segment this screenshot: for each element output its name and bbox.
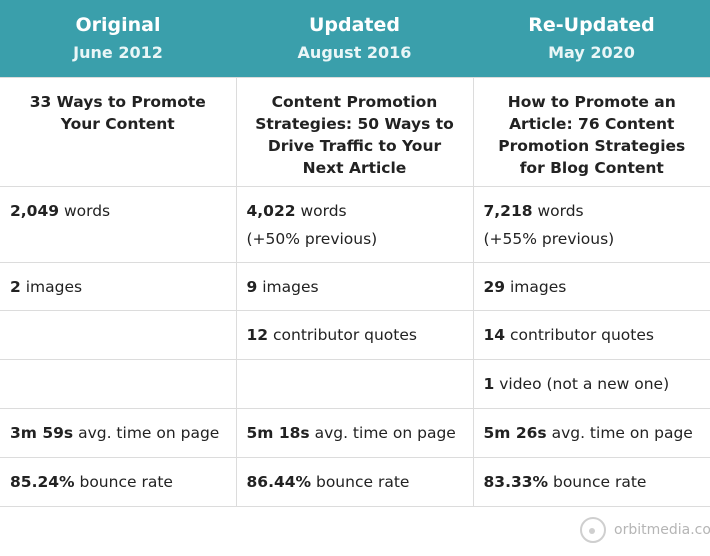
bounce-rate-row: 85.24% bounce rate 86.44% bounce rate 83… <box>0 457 710 507</box>
bounce-rate-cell: 85.24% bounce rate <box>0 457 237 507</box>
video-row: 1 video (not a new one) <box>0 359 710 409</box>
column-title: Original <box>75 14 161 36</box>
metric-label: avg. time on page <box>309 424 456 442</box>
metric-label: words <box>59 202 111 220</box>
time-on-page-cell: 3m 59s avg. time on page <box>0 408 237 458</box>
images-cell: 9 images <box>235 262 474 311</box>
bounce-rate-cell: 83.33% bounce rate <box>472 457 710 507</box>
quotes-cell <box>0 310 237 360</box>
metric-label: words <box>295 202 347 220</box>
article-title: Content Promotion Strategies: 50 Ways to… <box>235 77 474 187</box>
metric-value: 86.44% <box>246 473 312 491</box>
comparison-table: Original June 2012 Updated August 2016 R… <box>0 0 710 507</box>
metric-label: images <box>257 278 319 296</box>
word-count-cell: 4,022 words (+50% previous) <box>235 186 474 263</box>
time-on-page-cell: 5m 18s avg. time on page <box>235 408 474 458</box>
header-row: Original June 2012 Updated August 2016 R… <box>0 0 710 78</box>
header-updated: Updated August 2016 <box>236 0 473 78</box>
metric-label: avg. time on page <box>73 424 220 442</box>
metric-value: 29 <box>483 278 506 296</box>
metric-note: (+50% previous) <box>246 230 378 248</box>
article-title: 33 Ways to Promote Your Content <box>0 77 237 187</box>
quotes-row: 12 contributor quotes 14 contributor quo… <box>0 310 710 360</box>
word-count-cell: 2,049 words <box>0 186 237 263</box>
word-count-cell: 7,218 words (+55% previous) <box>472 186 710 263</box>
metric-value: 3m 59s <box>10 424 74 442</box>
bounce-rate-cell: 86.44% bounce rate <box>235 457 474 507</box>
images-cell: 2 images <box>0 262 237 311</box>
metric-label: video (not a new one) <box>494 375 670 393</box>
metric-value: 5m 26s <box>483 424 547 442</box>
quotes-cell: 14 contributor quotes <box>472 310 710 360</box>
images-cell: 29 images <box>472 262 710 311</box>
metric-label: bounce rate <box>548 473 647 491</box>
metric-label: contributor quotes <box>505 326 654 344</box>
images-row: 2 images 9 images 29 images <box>0 262 710 311</box>
header-re-updated: Re-Updated May 2020 <box>473 0 710 78</box>
video-cell <box>0 359 237 409</box>
column-date: June 2012 <box>73 43 163 62</box>
word-count-row: 2,049 words 4,022 words (+50% previous) 7… <box>0 186 710 263</box>
metric-value: 14 <box>483 326 506 344</box>
metric-label: bounce rate <box>311 473 410 491</box>
video-cell <box>235 359 474 409</box>
article-title: How to Promote an Article: 76 Content Pr… <box>472 77 710 187</box>
metric-label: bounce rate <box>74 473 173 491</box>
header-original: Original June 2012 <box>0 0 236 78</box>
metric-value: 5m 18s <box>246 424 310 442</box>
metric-label: images <box>20 278 83 296</box>
metric-value: 1 <box>483 375 495 393</box>
column-date: August 2016 <box>297 43 412 62</box>
metric-value: 85.24% <box>10 473 75 491</box>
metric-value: 2,049 <box>10 202 60 220</box>
metric-value: 9 <box>246 278 258 296</box>
metric-value: 12 <box>246 326 269 344</box>
watermark-text: orbitmedia.com <box>614 522 710 538</box>
metric-value: 7,218 <box>483 202 533 220</box>
metric-note: (+55% previous) <box>483 230 615 248</box>
metric-value: 4,022 <box>246 202 296 220</box>
column-date: May 2020 <box>548 43 635 62</box>
time-on-page-row: 3m 59s avg. time on page 5m 18s avg. tim… <box>0 408 710 458</box>
column-title: Updated <box>308 14 401 36</box>
column-title: Re-Updated <box>528 14 655 36</box>
watermark-logo: orbitmedia.com <box>580 515 710 545</box>
orbit-icon <box>580 517 606 543</box>
time-on-page-cell: 5m 26s avg. time on page <box>472 408 710 458</box>
video-cell: 1 video (not a new one) <box>472 359 710 409</box>
metric-value: 2 <box>10 278 21 296</box>
metric-label: words <box>532 202 584 220</box>
metric-label: avg. time on page <box>546 424 693 442</box>
metric-label: contributor quotes <box>268 326 417 344</box>
metric-value: 83.33% <box>483 473 549 491</box>
article-title-row: 33 Ways to Promote Your Content Content … <box>0 77 710 187</box>
metric-label: images <box>505 278 567 296</box>
quotes-cell: 12 contributor quotes <box>235 310 474 360</box>
